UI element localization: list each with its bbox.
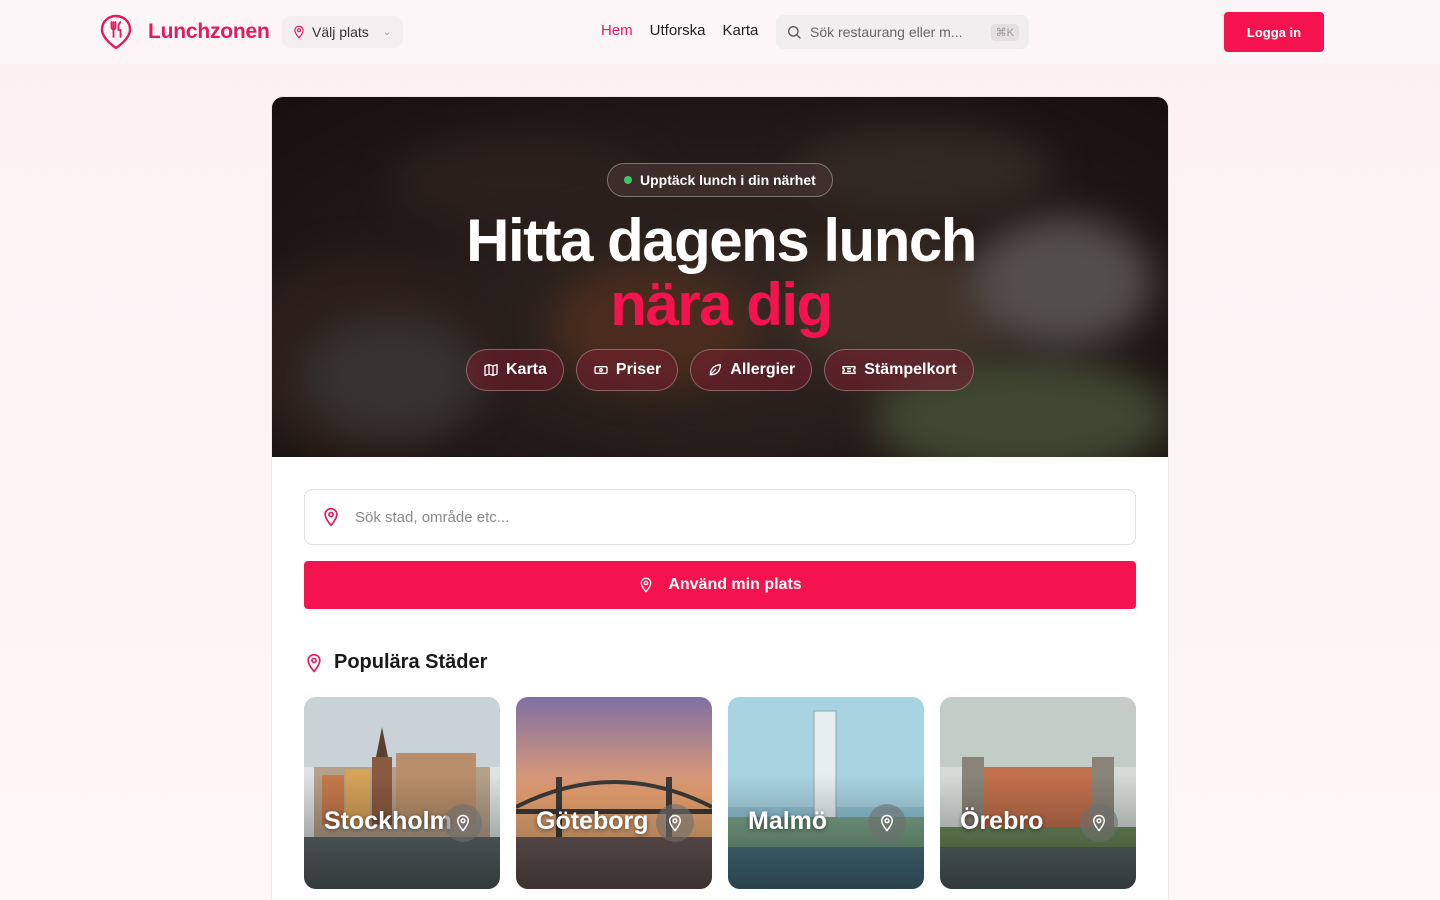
feature-chips: Karta Priser Allergier Stämpelkort [466,349,974,391]
city-card-orebro[interactable]: Örebro [940,697,1136,889]
chip-map-label: Karta [506,361,547,378]
map-pin-icon [307,653,321,673]
city-list: Stockholm Göteborg Malmö Örebro [304,697,1136,889]
popular-cities-heading: Populära Städer [304,651,487,674]
popular-cities-title: Populära Städer [334,651,488,673]
hero-badge: Upptäck lunch i din närhet [607,163,833,197]
city-name: Örebro [960,807,1044,835]
restaurant-search[interactable]: Sök restaurang eller m... ⌘K [776,15,1029,49]
choose-place-button[interactable]: Välj plats ⌄ [282,16,404,48]
map-icon [484,364,498,376]
hero-badge-text: Upptäck lunch i din närhet [640,172,816,188]
map-pin-icon [640,577,652,593]
map-pin-icon [1080,804,1118,842]
chip-allergies[interactable]: Allergier [690,349,813,391]
chip-prices[interactable]: Priser [575,349,679,391]
logo-pin-icon [100,14,132,50]
chevron-down-icon: ⌄ [382,26,392,38]
chip-stamp-card-label: Stämpelkort [864,361,957,378]
chip-allergies-label: Allergier [730,361,796,378]
chip-stamp-card[interactable]: Stämpelkort [824,349,974,391]
city-card-shade [304,697,500,889]
use-my-location-label: Använd min plats [668,576,802,593]
map-pin-icon [324,507,338,527]
city-card-goteborg[interactable]: Göteborg [516,697,712,889]
main-nav: Hem Utforska Karta [601,22,758,39]
logo[interactable]: Lunchzonen [100,14,270,50]
brand-name: Lunchzonen [148,20,270,43]
location-search-input[interactable] [355,508,1119,526]
nav-home[interactable]: Hem [601,22,633,39]
city-card-shade [728,697,924,889]
city-card-stockholm[interactable]: Stockholm [304,697,500,889]
map-pin-icon [444,804,482,842]
hero-title-line2: nära dig [610,271,833,338]
nav-map[interactable]: Karta [723,22,759,39]
hero-title-line1: Hitta dagens lunch [466,207,977,274]
city-name: Göteborg [536,807,649,835]
use-my-location-button[interactable]: Använd min plats [304,561,1136,609]
chip-prices-label: Priser [615,361,662,378]
city-card-malmo[interactable]: Malmö [728,697,924,889]
leaf-icon [709,363,722,376]
choose-place-label: Välj plats [312,24,369,40]
login-button[interactable]: Logga in [1224,12,1324,52]
hero-banner: Upptäck lunch i din närhet Hitta dagens … [272,97,1168,457]
search-icon [788,26,801,39]
city-card-shade [940,697,1136,889]
ticket-icon [842,366,856,374]
banknote-icon [594,366,608,374]
top-header: Lunchzonen Välj plats ⌄ Hem Utforska Kar… [0,0,1440,64]
map-pin-icon [868,804,906,842]
restaurant-search-placeholder: Sök restaurang eller m... [810,24,963,40]
chip-map[interactable]: Karta [466,349,564,391]
map-pin-icon [656,804,694,842]
city-name: Stockholm [324,807,452,835]
map-pin-icon [294,25,304,39]
search-shortcut: ⌘K [990,23,1019,41]
city-card-shade [516,697,712,889]
main-card: Upptäck lunch i din närhet Hitta dagens … [271,96,1169,900]
nav-explore[interactable]: Utforska [650,22,706,39]
location-search-field[interactable] [304,489,1136,545]
city-name: Malmö [748,807,828,835]
status-dot-icon [624,176,632,184]
